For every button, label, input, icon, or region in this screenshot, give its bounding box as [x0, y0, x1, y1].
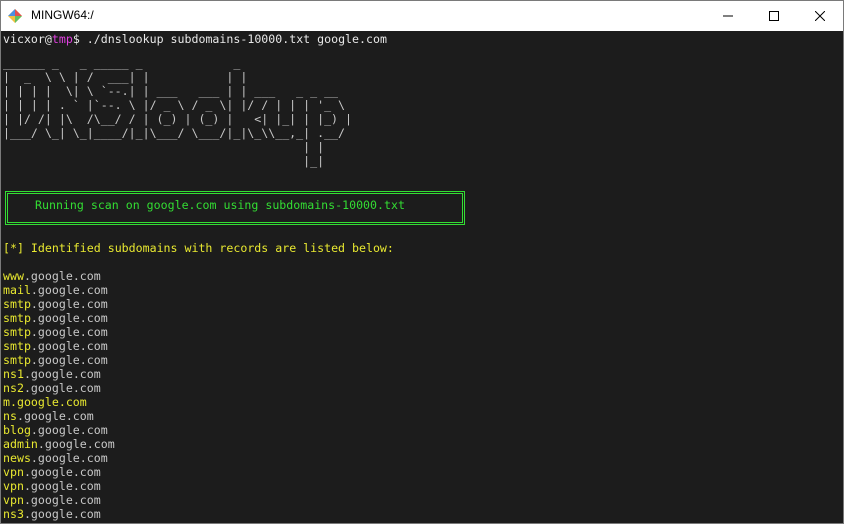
subdomain-prefix: blog: [3, 423, 31, 437]
title-bar[interactable]: MINGW64:/: [1, 1, 843, 31]
banner-line: | | | | . ` |`--. \ |/ _ \ / _ \| |/ / |…: [3, 98, 346, 112]
scan-message: Running scan on google.com using subdoma…: [35, 198, 405, 212]
close-icon: [815, 11, 825, 21]
subdomain-item: admin.google.com: [3, 437, 115, 451]
subdomain-domain: .google.com: [30, 353, 108, 367]
terminal-output[interactable]: vicxor@tmp$ ./dnslookup subdomains-10000…: [1, 31, 843, 523]
subdomain-prefix: ns2: [3, 381, 24, 395]
subdomain-item: smtp.google.com: [3, 311, 108, 325]
prompt-symbol: $: [72, 32, 80, 46]
subdomain-domain: .google.com: [23, 367, 101, 381]
subdomain-domain: .google.com: [30, 311, 108, 325]
subdomain-prefix: vpn: [3, 493, 24, 507]
banner-line: |_|: [3, 154, 325, 168]
info-marker: [*]: [3, 241, 24, 255]
maximize-icon: [769, 11, 779, 21]
subdomain-prefix: vpn: [3, 479, 24, 493]
terminal-window: MINGW64:/ vicxor@tmp$ ./dnslookup subdom…: [0, 0, 844, 524]
subdomain-prefix: admin: [3, 437, 38, 451]
banner-line: | |: [3, 140, 325, 154]
prompt-dir: tmp: [51, 32, 73, 46]
banner-line: | |/ /| |\ /\__/ / | (_) | (_) | <| |_| …: [3, 112, 353, 126]
identified-text: Identified subdomains with records are l…: [23, 241, 394, 255]
subdomain-prefix: ns: [3, 409, 17, 423]
subdomain-domain: .google.com: [30, 451, 108, 465]
subdomain-domain: .google.com: [16, 409, 94, 423]
close-button[interactable]: [797, 1, 843, 31]
subdomain-item: ns.google.com: [3, 409, 94, 423]
maximize-button[interactable]: [751, 1, 797, 31]
command-text: ./dnslookup subdomains-10000.txt google.…: [79, 32, 387, 46]
subdomain-prefix: ns1: [3, 367, 24, 381]
subdomain-domain: .google.com: [23, 381, 101, 395]
git-bash-icon: [8, 9, 22, 23]
prompt-user: vicxor: [3, 32, 45, 46]
subdomain-item: smtp.google.com: [3, 353, 108, 367]
subdomain-item: vpn.google.com: [3, 465, 101, 479]
subdomain-domain: .google.com: [30, 325, 108, 339]
subdomain-item: ns2.google.com: [3, 381, 101, 395]
subdomain-item: smtp.google.com: [3, 325, 108, 339]
subdomain-domain: .google.com: [23, 507, 101, 521]
subdomain-prefix: smtp: [3, 311, 31, 325]
subdomain-domain: .google.com: [23, 479, 101, 493]
subdomain-domain: .google.com: [30, 339, 108, 353]
subdomain-item: mail.google.com: [3, 283, 108, 297]
command-line: vicxor@tmp$ ./dnslookup subdomains-10000…: [3, 32, 387, 46]
subdomain-item: m.google.com: [3, 395, 87, 409]
subdomain-prefix: smtp: [3, 325, 31, 339]
subdomain-item: www.google.com: [3, 269, 101, 283]
subdomain-prefix: m: [3, 395, 10, 409]
subdomain-prefix: ns3: [3, 507, 24, 521]
subdomain-prefix: news: [3, 451, 31, 465]
subdomain-domain: .google.com: [23, 465, 101, 479]
subdomain-item: news.google.com: [3, 451, 108, 465]
subdomain-item: vpn.google.com: [3, 479, 101, 493]
banner-line: ______ _ _ _____ _ _: [3, 56, 241, 70]
subdomain-domain: .google.com: [23, 269, 101, 283]
subdomain-domain: .google.com: [9, 395, 87, 409]
minimize-icon: [723, 15, 733, 17]
subdomain-prefix: mail: [3, 283, 31, 297]
subdomain-prefix: vpn: [3, 465, 24, 479]
subdomain-item: ns1.google.com: [3, 367, 101, 381]
subdomain-domain: .google.com: [30, 297, 108, 311]
banner-line: | | | | \| \ `--.| | ___ ___ | | ___ _ _…: [3, 84, 339, 98]
subdomain-item: blog.google.com: [3, 423, 108, 437]
subdomain-item: ns3.google.com: [3, 507, 101, 521]
prompt-at: @: [44, 32, 52, 46]
subdomain-domain: .google.com: [37, 437, 115, 451]
subdomain-prefix: smtp: [3, 297, 31, 311]
identified-line: [*] Identified subdomains with records a…: [3, 241, 394, 255]
window-title: MINGW64:/: [31, 8, 94, 22]
subdomain-item: smtp.google.com: [3, 339, 108, 353]
subdomain-item: smtp.google.com: [3, 297, 108, 311]
subdomain-prefix: smtp: [3, 353, 31, 367]
subdomain-domain: .google.com: [23, 493, 101, 507]
subdomain-domain: .google.com: [30, 283, 108, 297]
subdomain-prefix: www: [3, 269, 24, 283]
subdomain-item: vpn.google.com: [3, 493, 101, 507]
subdomain-domain: .google.com: [30, 423, 108, 437]
minimize-button[interactable]: [705, 1, 751, 31]
banner-line: | _ \ \ | / ___| | | |: [3, 70, 248, 84]
banner-line: |___/ \_| \_|____/|_|\___/ \___/|_|\_\\_…: [3, 126, 346, 140]
subdomain-prefix: smtp: [3, 339, 31, 353]
